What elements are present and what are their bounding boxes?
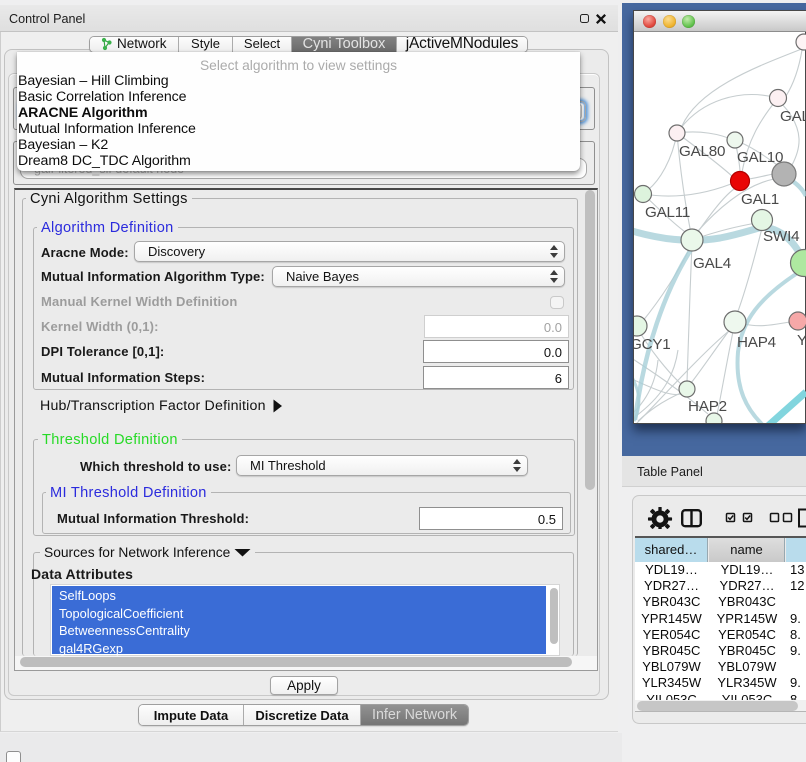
- svg-text:HAP2: HAP2: [688, 398, 727, 415]
- svg-text:GAL4: GAL4: [693, 255, 731, 272]
- svg-text:GAL10: GAL10: [737, 149, 783, 166]
- svg-text:GAL1: GAL1: [741, 191, 779, 208]
- svg-text:GAL2: GAL2: [780, 108, 806, 125]
- svg-text:SWI4: SWI4: [763, 228, 799, 245]
- svg-text:Y: Y: [797, 332, 806, 349]
- svg-text:HAP4: HAP4: [737, 334, 776, 351]
- svg-text:GAL80: GAL80: [679, 143, 725, 160]
- svg-text:GCY1: GCY1: [634, 336, 671, 353]
- svg-text:GAL11: GAL11: [645, 204, 690, 221]
